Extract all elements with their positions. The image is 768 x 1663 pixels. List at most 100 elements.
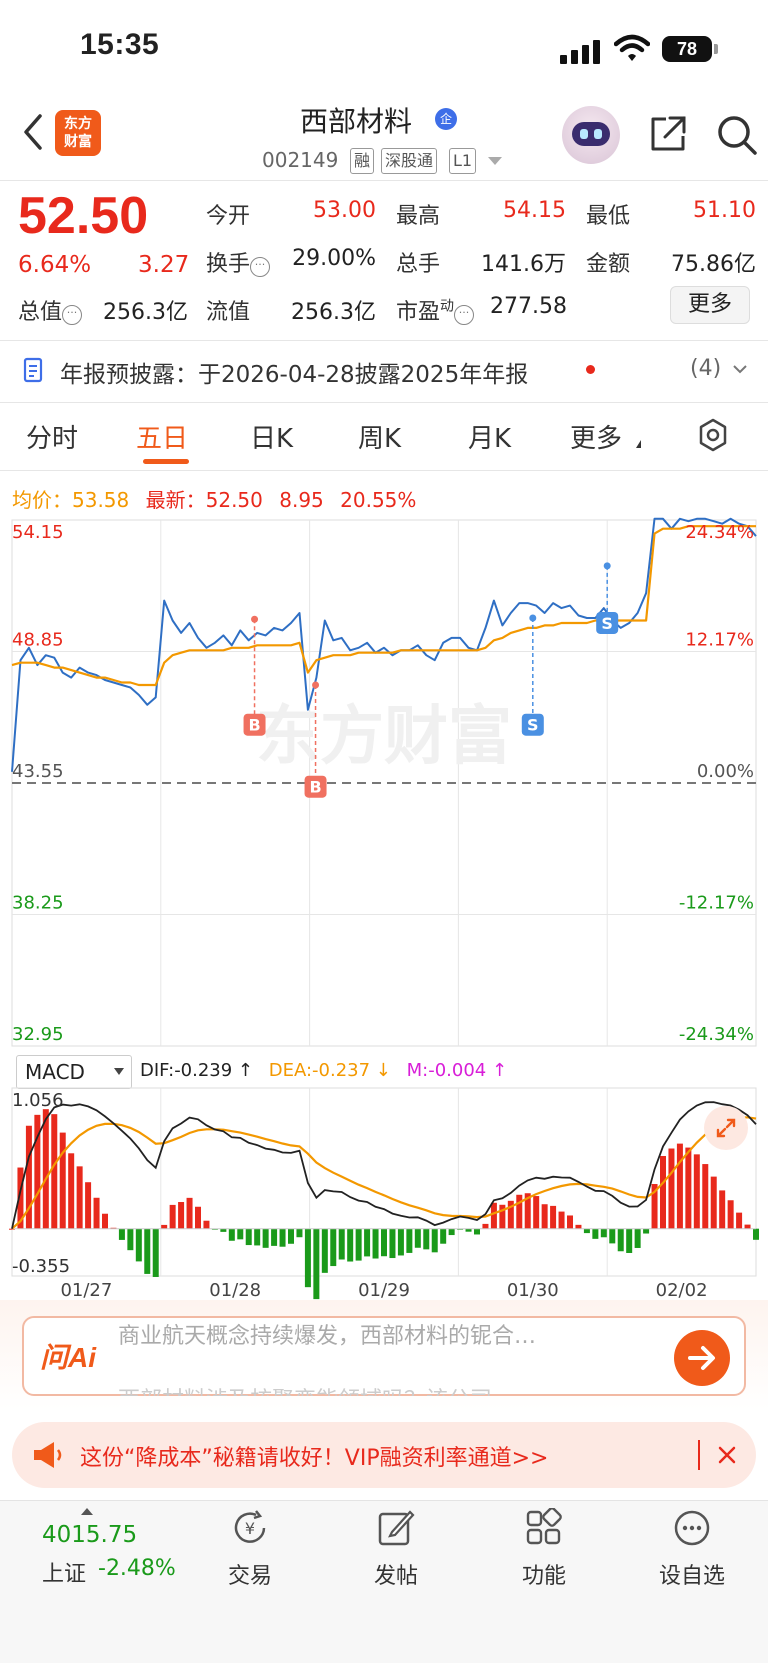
share-icon[interactable] xyxy=(648,114,688,154)
more-dots-icon[interactable] xyxy=(672,1508,712,1548)
low-value: 51.10 xyxy=(693,198,756,223)
y-tick-left: 32.95 xyxy=(12,1024,64,1045)
turnover-value: 29.00% xyxy=(292,246,376,271)
macd-m: M:-0.004 ↑ xyxy=(406,1060,508,1081)
macd-histogram-bar xyxy=(169,1204,176,1229)
expand-icon[interactable] xyxy=(704,1106,748,1150)
macd-histogram-bar xyxy=(195,1206,201,1229)
macd-histogram-bar xyxy=(262,1228,269,1248)
tab-weekly-k[interactable]: 周K xyxy=(358,418,401,455)
macd-histogram-bar xyxy=(516,1194,523,1229)
apps-icon[interactable] xyxy=(524,1508,564,1548)
tab-daily-k[interactable]: 日K xyxy=(250,418,293,455)
macd-histogram-bar xyxy=(541,1204,548,1229)
index-pct[interactable]: -2.48% xyxy=(98,1556,176,1581)
trade-icon[interactable]: ¥ xyxy=(230,1508,270,1548)
macd-histogram-bar xyxy=(550,1205,557,1229)
open-label: 今开 xyxy=(206,204,251,229)
y-tick-right: -12.17% xyxy=(679,893,754,914)
macd-chart[interactable]: 1.056 -0.355 01/27 01/28 01/29 01/30 02/02 xyxy=(0,1080,768,1300)
open-value: 53.00 xyxy=(313,198,376,223)
macd-histogram-bar xyxy=(643,1228,650,1234)
close-icon[interactable] xyxy=(716,1444,738,1466)
unread-dot xyxy=(586,365,595,374)
quote-divider xyxy=(0,340,768,341)
chevron-down-icon[interactable] xyxy=(732,362,748,376)
caret-down-icon xyxy=(114,1068,124,1075)
index-name[interactable]: 上证 xyxy=(42,1556,86,1588)
macd-histogram-bar xyxy=(76,1166,83,1229)
macd-histogram-bar xyxy=(482,1223,489,1229)
expand-glyph xyxy=(716,1118,736,1138)
market-cap-label: 总值 ··· xyxy=(18,294,83,326)
index-value[interactable]: 4015.75 xyxy=(42,1522,137,1548)
gear-icon[interactable] xyxy=(696,418,730,452)
info-icon[interactable]: ··· xyxy=(454,305,475,325)
nav-functions[interactable]: 功能 xyxy=(499,1558,589,1590)
app-logo-line2: 财富 xyxy=(64,134,92,150)
macd-histogram-bar xyxy=(685,1147,692,1229)
turnover-label: 换手 ··· xyxy=(206,246,271,278)
pe-label-text: 市盈 xyxy=(396,300,441,325)
nav-trade[interactable]: 交易 xyxy=(205,1558,295,1590)
x-date-label: 01/30 xyxy=(507,1280,559,1300)
header-divider xyxy=(0,180,768,181)
trade-marker-dot xyxy=(251,615,259,623)
macd-histogram-bar xyxy=(583,1228,590,1234)
macd-histogram-bar xyxy=(753,1228,759,1240)
tab-more[interactable]: 更多 xyxy=(570,418,622,455)
tab-intraday[interactable]: 分时 xyxy=(26,418,78,455)
five-day-price-chart[interactable]: 东方财富BBSS54.1548.8543.5538.2532.9524.34%1… xyxy=(0,508,768,1056)
caret-up-icon xyxy=(81,1508,93,1515)
macd-histogram-bar xyxy=(330,1228,337,1267)
ai-suggestion-1[interactable]: 商业航天概念持续爆发，西部材料的铌合… xyxy=(118,1318,536,1350)
go-button[interactable] xyxy=(674,1330,730,1386)
chevron-down-icon[interactable] xyxy=(488,157,502,165)
pe-dynamic-marker: 动 xyxy=(440,298,455,315)
assistant-face-icon xyxy=(572,122,610,146)
amount-value: 75.86亿 xyxy=(671,252,756,277)
sell-marker-label: S xyxy=(601,614,613,633)
search-icon[interactable] xyxy=(716,114,758,156)
macd-histogram-bar xyxy=(626,1228,633,1253)
post-icon[interactable] xyxy=(376,1508,416,1548)
float-cap-label: 流值 xyxy=(206,300,251,325)
tab-monthly-k[interactable]: 月K xyxy=(468,418,511,455)
battery-tip xyxy=(714,44,718,54)
macd-histogram-bar xyxy=(271,1228,278,1246)
x-date-label: 01/28 xyxy=(209,1280,261,1300)
macd-histogram-bar xyxy=(668,1148,675,1229)
x-date-label: 01/29 xyxy=(358,1280,410,1300)
tab-five-day[interactable]: 五日 xyxy=(136,418,188,455)
back-icon[interactable] xyxy=(18,110,48,154)
macd-histogram-bar xyxy=(719,1190,726,1229)
high-value: 54.15 xyxy=(503,198,566,223)
macd-histogram-bar xyxy=(397,1228,404,1256)
turnover-label-text: 换手 xyxy=(206,252,251,277)
macd-histogram-bar xyxy=(617,1228,624,1252)
info-icon[interactable]: ··· xyxy=(250,257,271,277)
notice-count[interactable]: (4) xyxy=(690,356,721,381)
macd-histogram-bar xyxy=(693,1154,700,1229)
ai-suggestion-2[interactable]: 西部材料涉及核聚变能领域吗？该公司 xyxy=(118,1382,492,1396)
nav-post[interactable]: 发帖 xyxy=(351,1558,441,1590)
stock-code[interactable]: 002149 xyxy=(262,148,338,172)
y-tick-left: 48.85 xyxy=(12,630,64,651)
macd-histogram-bar xyxy=(161,1224,168,1229)
current-price: 52.50 xyxy=(18,187,149,245)
more-button[interactable]: 更多 xyxy=(670,286,750,324)
watermark: 东方财富 xyxy=(256,700,512,774)
market-cap-value: 256.3亿 xyxy=(103,300,188,325)
nav-add-watchlist[interactable]: 设自选 xyxy=(647,1558,737,1590)
notice-divider xyxy=(0,402,768,403)
buy-marker-label: B xyxy=(309,778,321,797)
info-icon[interactable]: ··· xyxy=(62,305,83,325)
macd-histogram-bar xyxy=(372,1228,379,1259)
promo-text[interactable]: 这份“降成本”秘籍请收好！VIP融资利率通道>> xyxy=(80,1440,548,1472)
macd-histogram-bar xyxy=(744,1224,751,1229)
trade-marker-dot xyxy=(529,614,537,622)
y-tick-left: 43.55 xyxy=(12,761,64,782)
notice-text[interactable]: 年报预披露：于2026-04-28披露2025年年报 xyxy=(60,355,528,389)
macd-histogram-bar xyxy=(710,1176,717,1229)
macd-histogram-bar xyxy=(474,1228,480,1235)
